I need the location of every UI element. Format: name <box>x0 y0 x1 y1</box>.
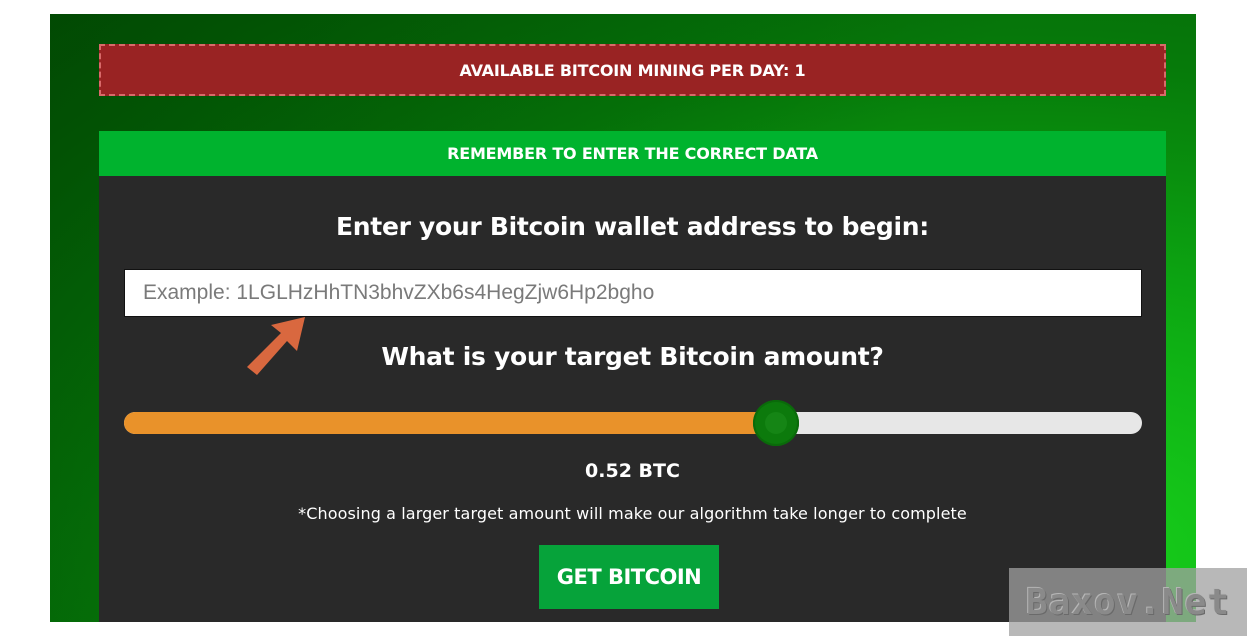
get-bitcoin-button[interactable]: GET BITCOIN <box>539 545 719 609</box>
wallet-form-panel: Enter your Bitcoin wallet address to beg… <box>99 176 1166 622</box>
slider-fill <box>124 412 776 434</box>
target-amount-heading: What is your target Bitcoin amount? <box>381 342 884 371</box>
wallet-heading: Enter your Bitcoin wallet address to beg… <box>336 212 929 241</box>
watermark: Baxov.Net <box>1009 568 1247 636</box>
mining-availability-banner: AVAILABLE BITCOIN MINING PER DAY: 1 <box>99 44 1166 96</box>
panel-header-text: REMEMBER TO ENTER THE CORRECT DATA <box>447 144 818 163</box>
banner-text: AVAILABLE BITCOIN MINING PER DAY: 1 <box>459 60 806 80</box>
wallet-address-input[interactable] <box>124 269 1142 317</box>
watermark-text: Baxov.Net <box>1025 581 1231 623</box>
page-background: AVAILABLE BITCOIN MINING PER DAY: 1 REME… <box>50 14 1196 622</box>
panel-header: REMEMBER TO ENTER THE CORRECT DATA <box>99 131 1166 176</box>
target-amount-slider[interactable] <box>124 400 1142 446</box>
slider-thumb[interactable] <box>752 400 799 446</box>
algorithm-note: *Choosing a larger target amount will ma… <box>298 504 967 523</box>
target-amount-value: 0.52 BTC <box>585 460 680 482</box>
